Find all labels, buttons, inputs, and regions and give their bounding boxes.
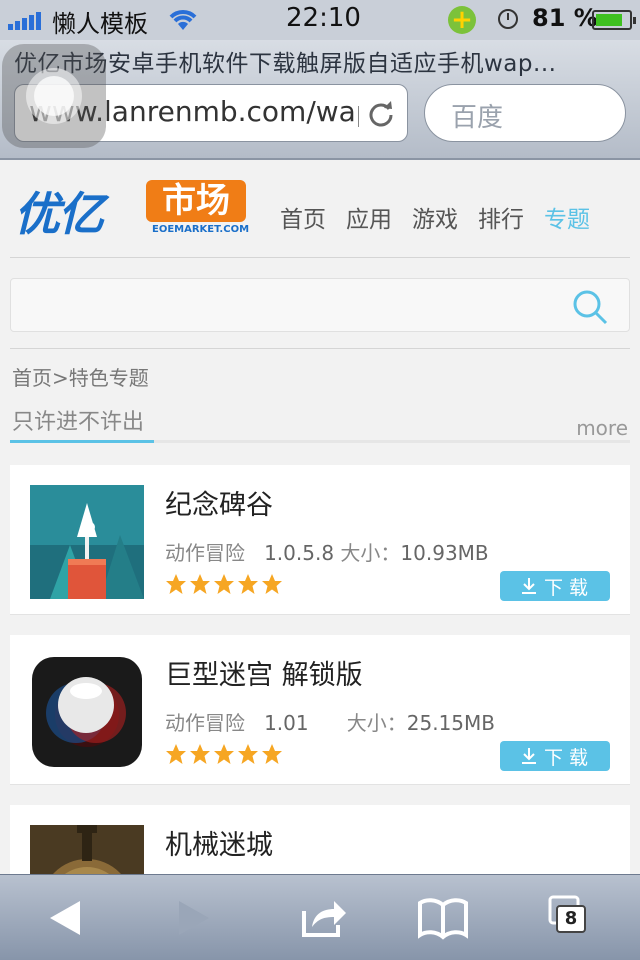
nav-apps[interactable]: 应用 xyxy=(346,200,392,234)
reload-icon[interactable] xyxy=(367,99,395,127)
carrier-name: 懒人模板 xyxy=(52,10,148,38)
app-name[interactable]: 纪念碑谷 xyxy=(165,483,273,522)
tabs-count-badge: 8 xyxy=(556,905,586,933)
app-icon-giant-maze[interactable] xyxy=(30,655,144,769)
app-size: 25.15MB xyxy=(406,711,495,735)
site-search-input[interactable] xyxy=(10,278,630,332)
status-bar: 懒人模板 22:10 + 81 % xyxy=(0,0,640,40)
app-size-label: 大小： xyxy=(340,541,401,565)
signal-strength-icon xyxy=(8,10,41,30)
app-name[interactable]: 机械迷城 xyxy=(165,823,273,862)
app-category: 动作冒险 xyxy=(165,541,245,565)
star-icon xyxy=(166,574,186,594)
section-title: 只许进不许出 xyxy=(12,410,145,435)
app-icon-machinarium[interactable] xyxy=(30,825,144,874)
browser-chrome: 优亿市场安卓手机软件下载触屏版自适应手机wap... www.lanrenmb.… xyxy=(0,40,640,160)
security-plus-icon: + xyxy=(448,6,476,34)
divider xyxy=(10,257,630,258)
forward-arrow-icon[interactable] xyxy=(165,895,215,941)
share-icon[interactable] xyxy=(298,895,348,941)
logo-main-text: 优亿 xyxy=(14,187,104,241)
download-icon xyxy=(521,748,536,764)
star-icon xyxy=(214,574,234,594)
nav-games[interactable]: 游戏 xyxy=(412,200,458,234)
breadcrumb[interactable]: 首页>特色专题 xyxy=(12,362,149,391)
app-list-item[interactable]: 机械迷城 xyxy=(10,805,630,874)
bookmarks-icon[interactable] xyxy=(418,895,468,941)
star-icon xyxy=(262,744,282,764)
app-name[interactable]: 巨型迷宫 解锁版 xyxy=(165,653,363,692)
search-placeholder: 百度 xyxy=(451,103,504,133)
browser-toolbar: 8 xyxy=(0,874,640,960)
app-size: 10.93MB xyxy=(400,541,489,565)
clock-time: 22:10 xyxy=(286,3,361,33)
app-category: 动作冒险 xyxy=(165,711,245,735)
download-icon xyxy=(521,578,536,594)
search-icon[interactable] xyxy=(571,288,609,326)
main-nav: 首页 应用 游戏 排行 专题 xyxy=(280,200,590,234)
logo-market-text: 市场 xyxy=(146,180,246,222)
download-button[interactable]: 下 载 xyxy=(500,741,610,771)
star-icon xyxy=(262,574,282,594)
star-icon xyxy=(238,744,258,764)
app-size-label: 大小： xyxy=(346,711,407,735)
back-arrow-icon[interactable] xyxy=(40,895,90,941)
star-icon xyxy=(190,744,210,764)
app-icon-monument-valley[interactable] xyxy=(30,485,144,599)
download-label: 下 载 xyxy=(543,746,589,769)
app-version: 1.01 xyxy=(264,711,309,735)
star-icon xyxy=(214,744,234,764)
rating-stars xyxy=(165,573,283,595)
app-meta: 动作冒险 1.01 大小：25.15MB xyxy=(165,707,495,736)
divider xyxy=(10,348,630,349)
nav-topics[interactable]: 专题 xyxy=(544,200,590,234)
app-version: 1.0.5.8 xyxy=(264,541,335,565)
web-page: 优亿 市场 EOEMARKET.COM 首页 应用 游戏 排行 专题 首页>特色… xyxy=(0,160,640,874)
star-icon xyxy=(190,574,210,594)
assistive-touch-button[interactable] xyxy=(2,44,106,148)
section-underline xyxy=(10,440,630,443)
site-logo[interactable]: 优亿 市场 EOEMARKET.COM xyxy=(14,178,250,241)
battery-icon xyxy=(592,10,636,30)
logo-domain-text: EOEMARKET.COM xyxy=(152,224,250,235)
browser-search-field[interactable]: 百度 xyxy=(424,84,626,142)
download-button[interactable]: 下 载 xyxy=(500,571,610,601)
more-link[interactable]: more xyxy=(576,416,628,440)
app-list-item[interactable]: 巨型迷宫 解锁版 动作冒险 1.01 大小：25.15MB 下 载 xyxy=(10,635,630,785)
site-header: 优亿 市场 EOEMARKET.COM 首页 应用 游戏 排行 专题 xyxy=(0,160,640,258)
app-meta: 动作冒险 1.0.5.8 大小：10.93MB xyxy=(165,537,489,566)
battery-percentage: 81 % xyxy=(532,4,598,32)
nav-ranking[interactable]: 排行 xyxy=(478,200,524,234)
star-icon xyxy=(238,574,258,594)
download-label: 下 载 xyxy=(543,576,589,599)
tabs-button[interactable]: 8 xyxy=(546,895,596,941)
wifi-icon xyxy=(169,10,197,30)
alarm-clock-icon xyxy=(498,9,518,29)
app-list-item[interactable]: 纪念碑谷 动作冒险 1.0.5.8 大小：10.93MB 下 载 xyxy=(10,465,630,615)
nav-home[interactable]: 首页 xyxy=(280,200,326,234)
star-icon xyxy=(166,744,186,764)
rating-stars xyxy=(165,743,283,765)
